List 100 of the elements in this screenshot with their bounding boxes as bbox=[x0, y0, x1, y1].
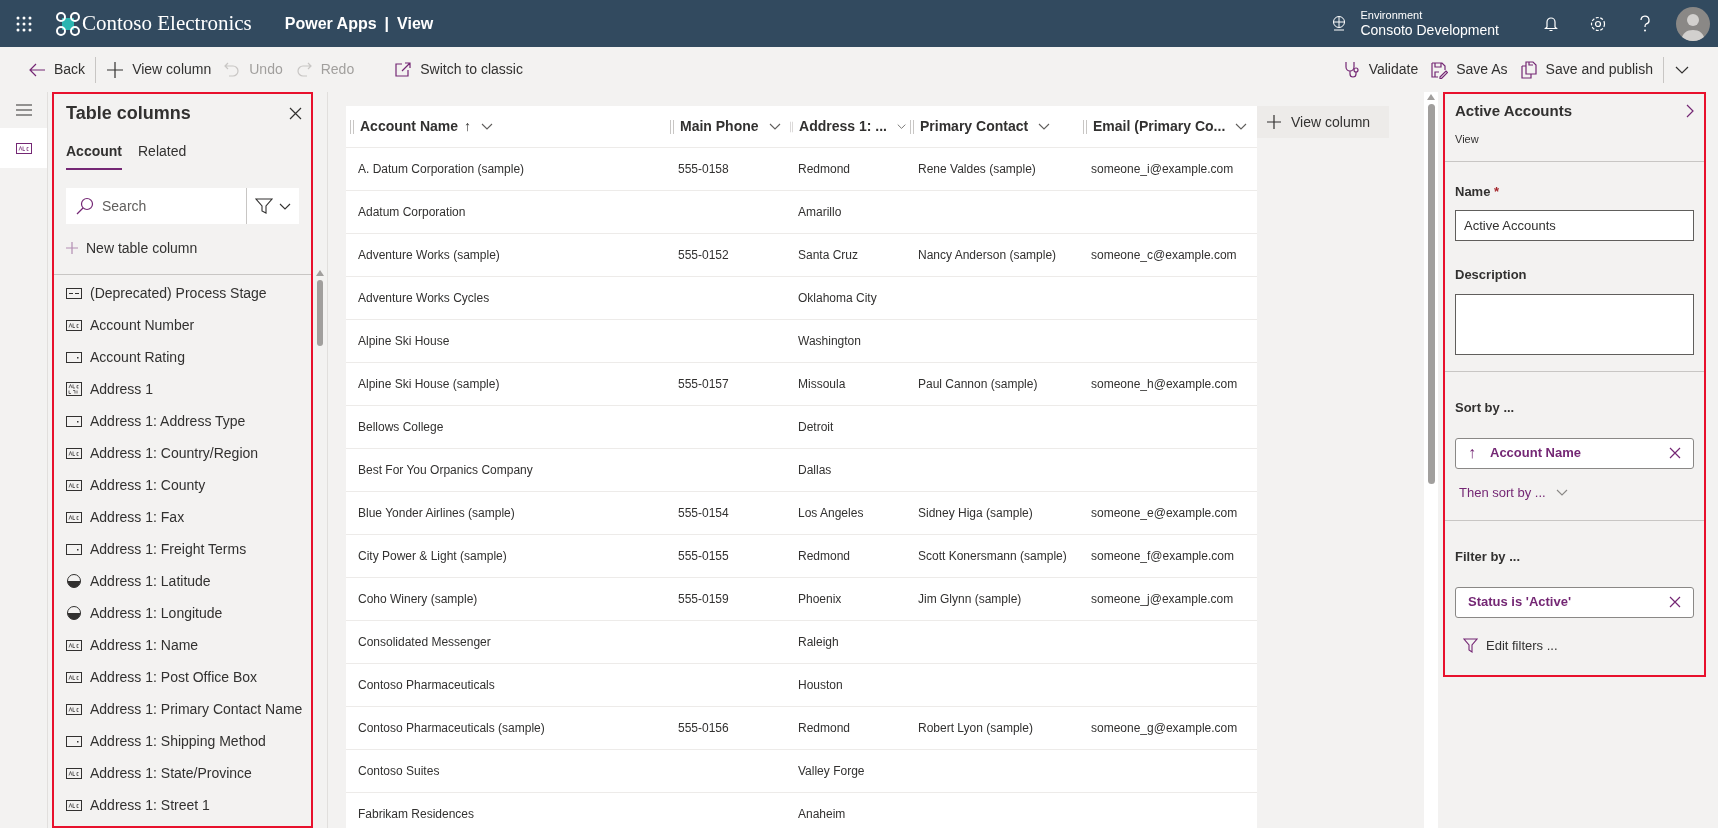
table-cell: Sidney Higa (sample) bbox=[918, 506, 1033, 520]
new-column-button[interactable]: New table column bbox=[66, 232, 299, 264]
sort-chip[interactable]: ↑ Account Name bbox=[1455, 437, 1694, 469]
column-list-item[interactable]: Address 1: Street 1 bbox=[54, 789, 311, 821]
scrollbar-thumb[interactable] bbox=[317, 280, 323, 346]
column-list-item[interactable]: Address 1: Freight Terms bbox=[54, 533, 311, 565]
chevron-down-icon bbox=[1675, 65, 1689, 74]
table-cell: 555-0157 bbox=[678, 377, 729, 391]
sort-field: Account Name bbox=[1490, 443, 1655, 463]
column-header[interactable]: Email (Primary Co... bbox=[1079, 106, 1257, 147]
column-list-item[interactable]: Address 1: Name bbox=[54, 629, 311, 661]
column-list-item[interactable]: Address 1: Fax bbox=[54, 501, 311, 533]
resize-handle-icon bbox=[350, 119, 354, 134]
table-columns-tab[interactable] bbox=[0, 128, 47, 168]
table-cell: someone_g@example.com bbox=[1091, 721, 1238, 735]
question-mark-icon bbox=[1638, 14, 1651, 33]
add-view-column-button[interactable]: View column bbox=[1257, 106, 1389, 138]
table-cell: Amarillo bbox=[798, 205, 842, 219]
funnel-icon bbox=[255, 197, 273, 215]
column-list-item[interactable]: Address 1: Country/Region bbox=[54, 437, 311, 469]
bell-icon bbox=[1542, 15, 1559, 32]
text-field-icon bbox=[66, 447, 82, 459]
text-field-icon bbox=[66, 703, 82, 715]
table-cell: Consolidated Messenger bbox=[358, 635, 491, 649]
column-list-item[interactable]: Address 1: Primary Contact Name bbox=[54, 693, 311, 725]
filter-chip[interactable]: Status is 'Active' bbox=[1455, 586, 1694, 618]
undo-icon bbox=[223, 60, 242, 79]
table-cell: A. Datum Corporation (sample) bbox=[358, 162, 525, 176]
app-name: Power Apps bbox=[284, 13, 377, 34]
option-set-icon bbox=[66, 735, 82, 747]
table-cell: someone_f@example.com bbox=[1091, 549, 1234, 563]
table-cell: Los Angeles bbox=[798, 506, 864, 520]
table-cell: someone_h@example.com bbox=[1091, 377, 1238, 391]
text-field-icon bbox=[66, 639, 82, 651]
waffle-icon bbox=[15, 15, 32, 32]
table-cell: Redmond bbox=[798, 721, 851, 735]
filter-button[interactable] bbox=[246, 188, 299, 224]
table-cell: Adatum Corporation bbox=[358, 205, 466, 219]
table-cell: Blue Yonder Airlines (sample) bbox=[358, 506, 515, 520]
table-cell: 555-0155 bbox=[678, 549, 729, 563]
table-cell: Redmond bbox=[798, 549, 851, 563]
table-cell: 555-0156 bbox=[678, 721, 729, 735]
panel-title: Active Accounts bbox=[1455, 101, 1572, 121]
table-cell: Redmond bbox=[798, 162, 851, 176]
classic-button[interactable]: Switch to classic bbox=[388, 53, 529, 86]
field-label: Description bbox=[1455, 265, 1528, 284]
table-cell: 555-0152 bbox=[678, 248, 729, 262]
edit-filters-button[interactable]: Edit filters ... bbox=[1463, 635, 1558, 655]
search-input[interactable]: Search bbox=[66, 188, 245, 224]
column-list-item[interactable]: Address 1: State/Province bbox=[54, 757, 311, 789]
text-field-icon bbox=[66, 319, 82, 331]
panel-tab[interactable]: Account bbox=[66, 141, 122, 170]
table-cell: someone_j@example.com bbox=[1091, 592, 1234, 606]
page-name: View bbox=[397, 13, 434, 34]
validate-button[interactable]: Validate bbox=[1336, 53, 1425, 86]
column-list-item[interactable]: Address 1 bbox=[54, 373, 311, 405]
table-cell: Robert Lyon (sample) bbox=[918, 721, 1033, 735]
column-header[interactable]: Account Name ↑ bbox=[346, 106, 666, 147]
funnel-icon bbox=[1463, 637, 1478, 653]
chevron-down-icon bbox=[1555, 488, 1568, 496]
column-list-item[interactable]: Address 1: Latitude bbox=[54, 565, 311, 597]
column-list-item[interactable]: Address 1: Shipping Method bbox=[54, 725, 311, 757]
table-cell: 555-0158 bbox=[678, 162, 729, 176]
column-header[interactable]: Main Phone bbox=[666, 106, 786, 147]
table-cell: Santa Cruz bbox=[798, 248, 859, 262]
plus-icon bbox=[106, 60, 125, 79]
name-input[interactable]: Active Accounts bbox=[1455, 209, 1694, 241]
table-cell: Contoso Pharmaceuticals (sample) bbox=[358, 721, 545, 735]
hamburger-icon bbox=[15, 104, 32, 116]
column-list-item[interactable]: Account Rating bbox=[54, 341, 311, 373]
collapse-button[interactable] bbox=[1686, 104, 1694, 119]
filter-condition: Status is 'Active' bbox=[1468, 593, 1572, 612]
column-list-item[interactable]: Address 1: County bbox=[54, 469, 311, 501]
column-list-item[interactable]: Account Number bbox=[54, 309, 311, 341]
user-avatar[interactable] bbox=[1676, 6, 1710, 41]
multiline-text-icon bbox=[66, 382, 82, 396]
add-button[interactable]: View column bbox=[100, 53, 218, 86]
panel-tab[interactable]: Related bbox=[138, 141, 187, 170]
column-header[interactable]: Primary Contact bbox=[906, 106, 1079, 147]
publish-button[interactable]: Save and publish bbox=[1513, 53, 1659, 86]
then-sort-button[interactable]: Then sort by ... bbox=[1459, 482, 1568, 502]
chevron-down-icon bbox=[896, 123, 906, 130]
option-set-icon bbox=[66, 543, 82, 555]
column-list-item[interactable]: Address 1: Post Office Box bbox=[54, 661, 311, 693]
resize-handle-icon bbox=[670, 119, 674, 134]
column-list-item[interactable]: (Deprecated) Process Stage bbox=[54, 277, 311, 309]
description-input[interactable] bbox=[1455, 294, 1694, 355]
column-list-item[interactable]: Address 1: Longitude bbox=[54, 597, 311, 629]
text-field-icon bbox=[66, 671, 82, 683]
saveas-button[interactable]: Save As bbox=[1424, 53, 1514, 86]
table-cell: Paul Cannon (sample) bbox=[918, 377, 1038, 391]
scrollbar-thumb[interactable] bbox=[1427, 104, 1435, 484]
table-cell: Adventure Works (sample) bbox=[358, 248, 500, 262]
remove-button[interactable] bbox=[1669, 447, 1681, 459]
column-list-item[interactable]: Address 1: Address Type bbox=[54, 405, 311, 437]
remove-button[interactable] bbox=[1669, 596, 1681, 608]
environment-picker[interactable]: Environment Consoto Development bbox=[1330, 9, 1499, 38]
back-button[interactable]: Back bbox=[22, 53, 92, 86]
table-cell: 555-0154 bbox=[678, 506, 729, 520]
column-header[interactable]: Address 1: ... bbox=[786, 106, 906, 147]
